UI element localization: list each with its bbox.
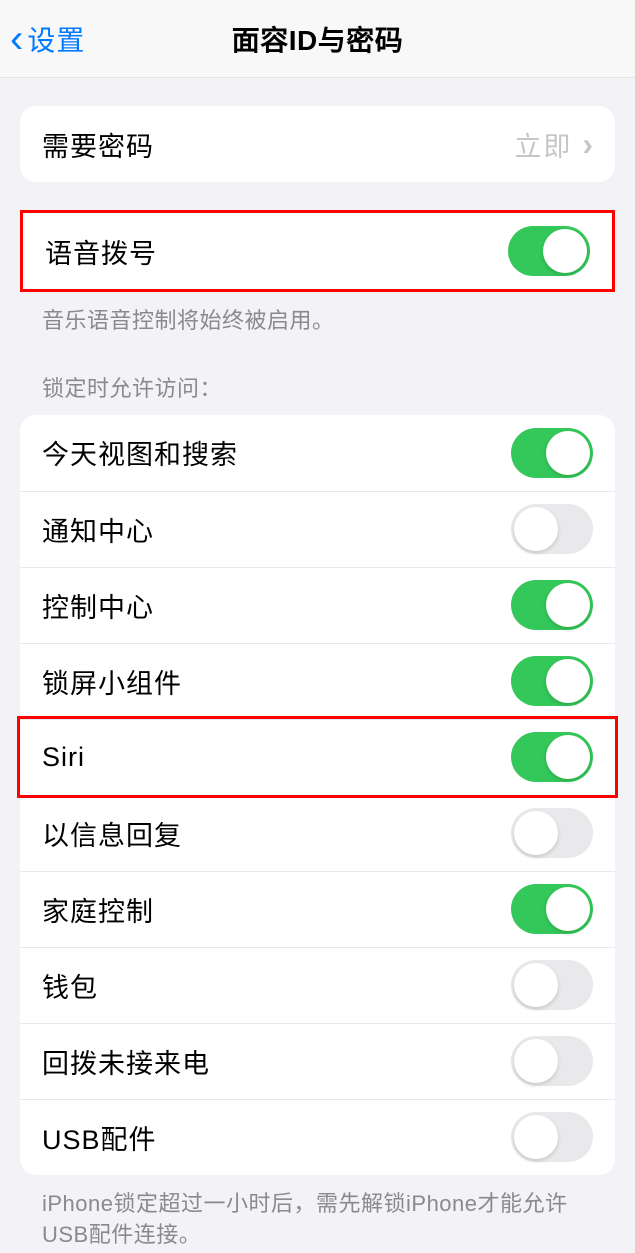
access-row: Siri <box>20 719 615 795</box>
access-row: 通知中心 <box>20 491 615 567</box>
back-button[interactable]: ‹ 设置 <box>0 19 85 59</box>
access-row-label: 今天视图和搜索 <box>42 433 238 472</box>
access-row-label: 锁屏小组件 <box>42 662 182 701</box>
access-row-label: 钱包 <box>42 966 98 1005</box>
access-row-toggle[interactable] <box>511 580 593 630</box>
voice-dial-group: 语音拨号 <box>20 210 615 292</box>
access-when-locked-group: 今天视图和搜索通知中心控制中心锁屏小组件 Siri 以信息回复家庭控制钱包回拨未接来… <box>20 415 615 1175</box>
require-passcode-label: 需要密码 <box>42 125 154 164</box>
access-row-label: 回拨未接来电 <box>42 1042 210 1081</box>
access-row-toggle[interactable] <box>511 428 593 478</box>
require-passcode-value: 立即 <box>514 125 572 164</box>
access-row-toggle[interactable] <box>511 656 593 706</box>
access-row-toggle[interactable] <box>511 1112 593 1162</box>
access-row: 控制中心 <box>20 567 615 643</box>
access-row: 今天视图和搜索 <box>20 415 615 491</box>
access-row-toggle[interactable] <box>511 884 593 934</box>
access-row: USB配件 <box>20 1099 615 1175</box>
access-row-label: 家庭控制 <box>42 890 154 929</box>
voice-dial-footer: 音乐语音控制将始终被启用。 <box>20 292 615 337</box>
voice-dial-label: 语音拨号 <box>45 232 157 271</box>
access-row-toggle[interactable] <box>511 960 593 1010</box>
access-row: 锁屏小组件 <box>20 643 615 719</box>
access-row-toggle[interactable] <box>511 504 593 554</box>
access-row-label: 控制中心 <box>42 586 154 625</box>
navigation-bar: ‹ 设置 面容ID与密码 <box>0 0 635 78</box>
access-row: 以信息回复 <box>20 795 615 871</box>
require-passcode-row[interactable]: 需要密码 立即 › <box>20 106 615 182</box>
back-label: 设置 <box>27 19 85 59</box>
voice-dial-row: 语音拨号 <box>23 213 612 289</box>
chevron-right-icon: › <box>582 126 593 163</box>
require-passcode-group: 需要密码 立即 › <box>20 106 615 182</box>
access-when-locked-footer: iPhone锁定超过一小时后，需先解锁iPhone才能允许USB配件连接。 <box>20 1175 615 1251</box>
access-row-toggle[interactable] <box>511 808 593 858</box>
access-row-label: 以信息回复 <box>42 814 182 853</box>
chevron-left-icon: ‹ <box>10 19 23 59</box>
access-row-toggle[interactable] <box>511 732 593 782</box>
access-row: 回拨未接来电 <box>20 1023 615 1099</box>
voice-dial-toggle[interactable] <box>508 226 590 276</box>
access-row-label: Siri <box>42 742 85 773</box>
access-row-label: 通知中心 <box>42 510 154 549</box>
access-row-toggle[interactable] <box>511 1036 593 1086</box>
access-row: 家庭控制 <box>20 871 615 947</box>
page-title: 面容ID与密码 <box>232 19 404 59</box>
access-when-locked-header: 锁定时允许访问： <box>20 337 615 415</box>
access-row: 钱包 <box>20 947 615 1023</box>
access-row-label: USB配件 <box>42 1118 157 1157</box>
